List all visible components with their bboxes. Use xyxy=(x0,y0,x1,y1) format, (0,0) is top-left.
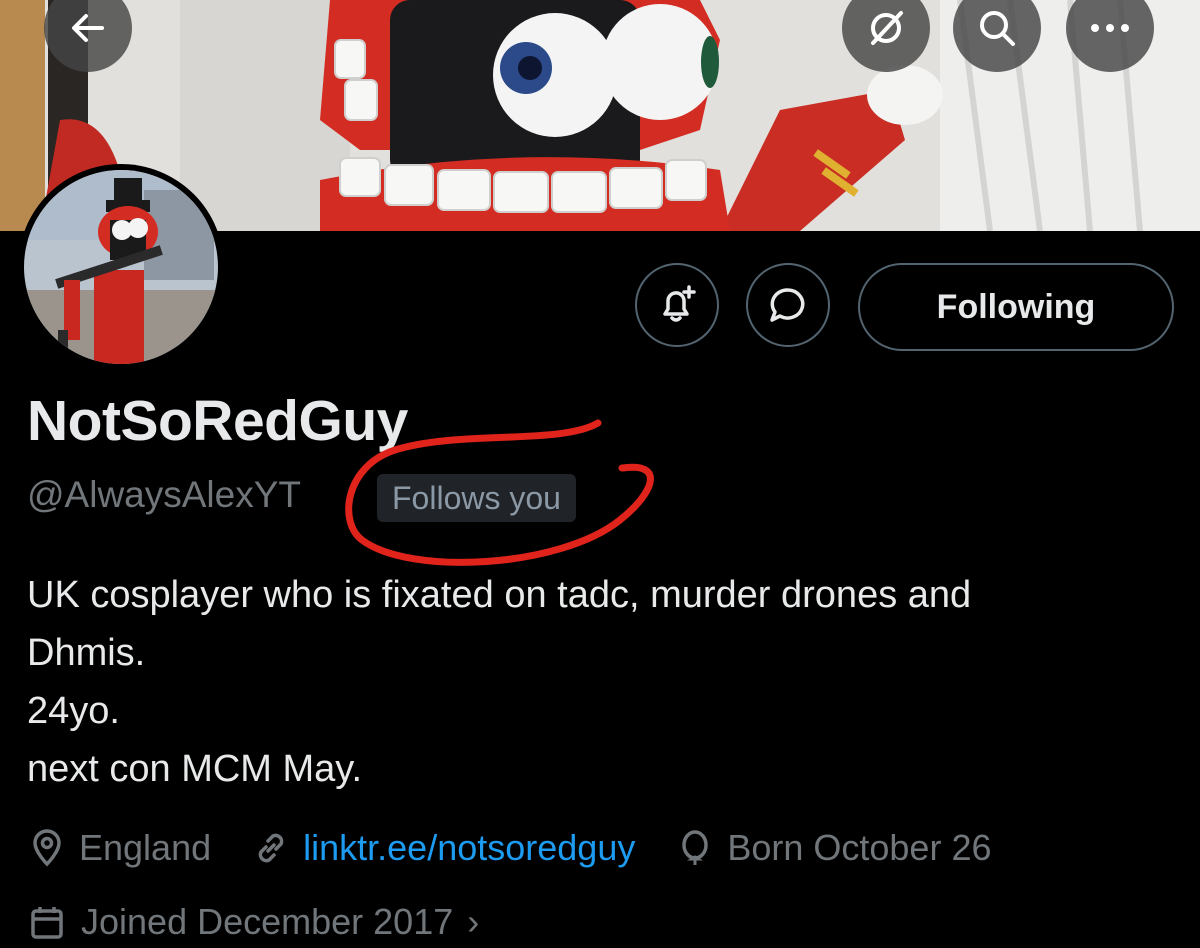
following-button[interactable]: Following xyxy=(858,263,1174,351)
avatar-image xyxy=(24,170,218,364)
profile-avatar[interactable] xyxy=(18,164,224,370)
location-pin-icon xyxy=(33,829,61,867)
balloon-icon xyxy=(682,830,709,865)
more-icon xyxy=(1091,24,1129,32)
birthday-text: Born October 26 xyxy=(727,827,992,868)
chevron-right-icon: › xyxy=(467,901,480,942)
profile-meta-row: England linktr.ee/notsoredguy Born Octob… xyxy=(27,822,1032,874)
message-button[interactable] xyxy=(746,263,830,347)
chat-bubble-icon xyxy=(770,288,805,322)
profile-bio: UK cosplayer who is fixated on tadc, mur… xyxy=(27,574,972,790)
bell-plus-icon xyxy=(663,285,696,322)
search-icon xyxy=(980,11,1015,46)
following-button-label: Following xyxy=(936,287,1096,326)
joined-date-row: Joined December 2017 › xyxy=(27,896,479,948)
link-icon xyxy=(258,833,284,863)
back-arrow-icon xyxy=(72,14,104,42)
website-link[interactable]: linktr.ee/notsoredguy xyxy=(303,827,635,869)
follows-you-badge: Follows you xyxy=(377,474,576,522)
user-handle: @AlwaysAlexYT xyxy=(27,474,302,515)
display-name: NotSoRedGuy xyxy=(27,389,408,453)
website-item[interactable]: linktr.ee/notsoredguy xyxy=(251,827,635,869)
joined-text: Joined December 2017 xyxy=(81,901,454,942)
notifications-button[interactable] xyxy=(635,263,719,347)
calendar-icon xyxy=(31,907,63,939)
location-item: England xyxy=(27,827,211,869)
grok-icon xyxy=(871,11,903,45)
birthday-item: Born October 26 xyxy=(675,827,992,869)
location-text: England xyxy=(79,827,212,868)
